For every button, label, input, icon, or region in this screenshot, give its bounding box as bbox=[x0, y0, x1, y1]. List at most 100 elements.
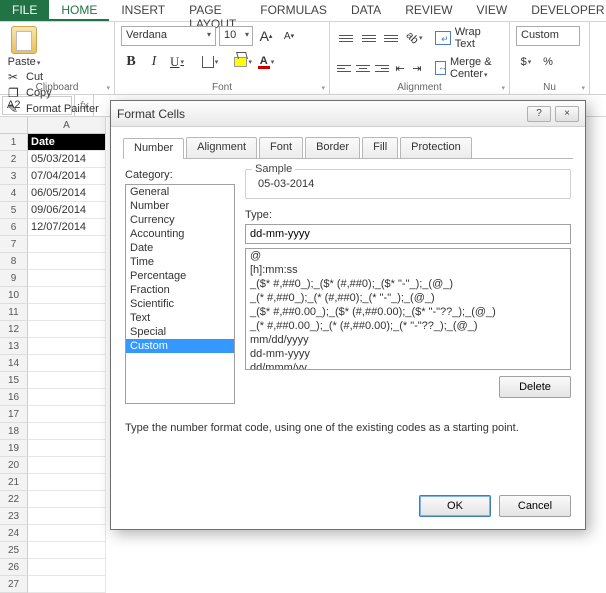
row-header[interactable]: 16 bbox=[0, 389, 28, 406]
row-header[interactable]: 13 bbox=[0, 338, 28, 355]
type-list-item[interactable]: dd-mm-yyyy bbox=[246, 347, 570, 361]
align-center-button[interactable] bbox=[355, 58, 371, 78]
select-all-corner[interactable] bbox=[0, 117, 28, 134]
category-item[interactable]: Accounting bbox=[126, 227, 234, 241]
increase-font-button[interactable]: A▴ bbox=[256, 26, 276, 46]
row-header[interactable]: 2 bbox=[0, 151, 28, 168]
category-item[interactable]: Currency bbox=[126, 213, 234, 227]
italic-button[interactable]: I bbox=[144, 52, 164, 72]
data-cell[interactable] bbox=[28, 423, 106, 440]
ok-button[interactable]: OK bbox=[419, 495, 491, 517]
merge-center-button[interactable]: Merge & Center bbox=[435, 56, 503, 80]
align-left-button[interactable] bbox=[336, 58, 352, 78]
fill-color-button[interactable] bbox=[233, 52, 253, 72]
wrap-text-button[interactable]: Wrap Text bbox=[435, 26, 503, 50]
delete-button[interactable]: Delete bbox=[499, 376, 571, 398]
row-header[interactable]: 22 bbox=[0, 491, 28, 508]
type-list-item[interactable]: @ bbox=[246, 249, 570, 263]
data-cell[interactable]: 06/05/2014 bbox=[28, 185, 106, 202]
font-name-select[interactable]: Verdana bbox=[121, 26, 216, 46]
tab-data[interactable]: DATA bbox=[339, 0, 393, 21]
font-color-button[interactable]: A bbox=[256, 52, 276, 72]
category-item[interactable]: Text bbox=[126, 311, 234, 325]
category-item[interactable]: Number bbox=[126, 199, 234, 213]
increase-indent-button[interactable]: ⇥ bbox=[410, 58, 424, 78]
percent-format-button[interactable]: % bbox=[538, 52, 558, 72]
data-cell[interactable] bbox=[28, 270, 106, 287]
data-cell[interactable] bbox=[28, 491, 106, 508]
row-header[interactable]: 6 bbox=[0, 219, 28, 236]
data-cell[interactable] bbox=[28, 559, 106, 576]
tab-home[interactable]: HOME bbox=[49, 0, 109, 21]
orientation-button[interactable]: ab bbox=[404, 28, 424, 48]
number-format-select[interactable]: Custom bbox=[516, 26, 580, 46]
data-cell[interactable] bbox=[28, 338, 106, 355]
header-cell[interactable]: Date bbox=[28, 134, 106, 151]
data-cell[interactable] bbox=[28, 542, 106, 559]
dialog-help-button[interactable]: ? bbox=[527, 106, 551, 122]
dialog-close-button[interactable]: × bbox=[555, 106, 579, 122]
row-header[interactable]: 9 bbox=[0, 270, 28, 287]
border-button[interactable] bbox=[200, 52, 220, 72]
data-cell[interactable] bbox=[28, 525, 106, 542]
dialog-tab-alignment[interactable]: Alignment bbox=[186, 137, 257, 158]
accounting-format-button[interactable]: $ bbox=[516, 52, 536, 72]
file-tab[interactable]: FILE bbox=[0, 0, 49, 21]
dialog-tab-fill[interactable]: Fill bbox=[362, 137, 398, 158]
font-size-select[interactable]: 10 bbox=[219, 26, 253, 46]
decrease-indent-button[interactable]: ⇤ bbox=[393, 58, 407, 78]
category-item[interactable]: Scientific bbox=[126, 297, 234, 311]
row-header[interactable]: 3 bbox=[0, 168, 28, 185]
align-top-button[interactable] bbox=[336, 28, 356, 48]
category-item[interactable]: Fraction bbox=[126, 283, 234, 297]
row-header[interactable]: 18 bbox=[0, 423, 28, 440]
data-cell[interactable] bbox=[28, 287, 106, 304]
tab-insert[interactable]: INSERT bbox=[109, 0, 177, 21]
type-list-item[interactable]: _($* #,##0_);_($* (#,##0);_($* "-"_);_(@… bbox=[246, 277, 570, 291]
dialog-tab-protection[interactable]: Protection bbox=[400, 137, 472, 158]
row-header[interactable]: 4 bbox=[0, 185, 28, 202]
dialog-titlebar[interactable]: Format Cells ? × bbox=[111, 101, 585, 127]
row-header[interactable]: 23 bbox=[0, 508, 28, 525]
dialog-tab-number[interactable]: Number bbox=[123, 138, 184, 159]
category-item[interactable]: General bbox=[126, 185, 234, 199]
row-header[interactable]: 26 bbox=[0, 559, 28, 576]
row-header[interactable]: 19 bbox=[0, 440, 28, 457]
tab-developer[interactable]: DEVELOPER bbox=[519, 0, 606, 21]
category-item[interactable]: Special bbox=[126, 325, 234, 339]
type-list-item[interactable]: _($* #,##0.00_);_($* (#,##0.00);_($* "-"… bbox=[246, 305, 570, 319]
decrease-font-button[interactable]: A▾ bbox=[279, 26, 299, 46]
col-header-a[interactable]: A bbox=[28, 117, 106, 134]
type-input[interactable] bbox=[245, 224, 571, 244]
dialog-tab-font[interactable]: Font bbox=[259, 137, 303, 158]
category-item[interactable]: Time bbox=[126, 255, 234, 269]
row-header[interactable]: 8 bbox=[0, 253, 28, 270]
tab-formulas[interactable]: FORMULAS bbox=[248, 0, 339, 21]
cancel-button[interactable]: Cancel bbox=[499, 495, 571, 517]
row-header[interactable]: 7 bbox=[0, 236, 28, 253]
row-header[interactable]: 12 bbox=[0, 321, 28, 338]
data-cell[interactable]: 12/07/2014 bbox=[28, 219, 106, 236]
data-cell[interactable] bbox=[28, 372, 106, 389]
align-bottom-button[interactable] bbox=[381, 28, 401, 48]
underline-button[interactable]: U bbox=[167, 52, 187, 72]
row-header[interactable]: 24 bbox=[0, 525, 28, 542]
row-header[interactable]: 15 bbox=[0, 372, 28, 389]
data-cell[interactable] bbox=[28, 457, 106, 474]
format-painter-button[interactable]: Format Painter bbox=[8, 102, 99, 116]
align-right-button[interactable] bbox=[374, 58, 390, 78]
row-header[interactable]: 20 bbox=[0, 457, 28, 474]
data-cell[interactable]: 07/04/2014 bbox=[28, 168, 106, 185]
row-header[interactable]: 10 bbox=[0, 287, 28, 304]
data-cell[interactable] bbox=[28, 508, 106, 525]
tab-review[interactable]: REVIEW bbox=[393, 0, 464, 21]
row-header[interactable]: 21 bbox=[0, 474, 28, 491]
data-cell[interactable]: 05/03/2014 bbox=[28, 151, 106, 168]
type-list-item[interactable]: _(* #,##0.00_);_(* (#,##0.00);_(* "-"??_… bbox=[246, 319, 570, 333]
row-header[interactable]: 5 bbox=[0, 202, 28, 219]
data-cell[interactable] bbox=[28, 474, 106, 491]
data-cell[interactable]: 09/06/2014 bbox=[28, 202, 106, 219]
data-cell[interactable] bbox=[28, 236, 106, 253]
data-cell[interactable] bbox=[28, 389, 106, 406]
data-cell[interactable] bbox=[28, 406, 106, 423]
